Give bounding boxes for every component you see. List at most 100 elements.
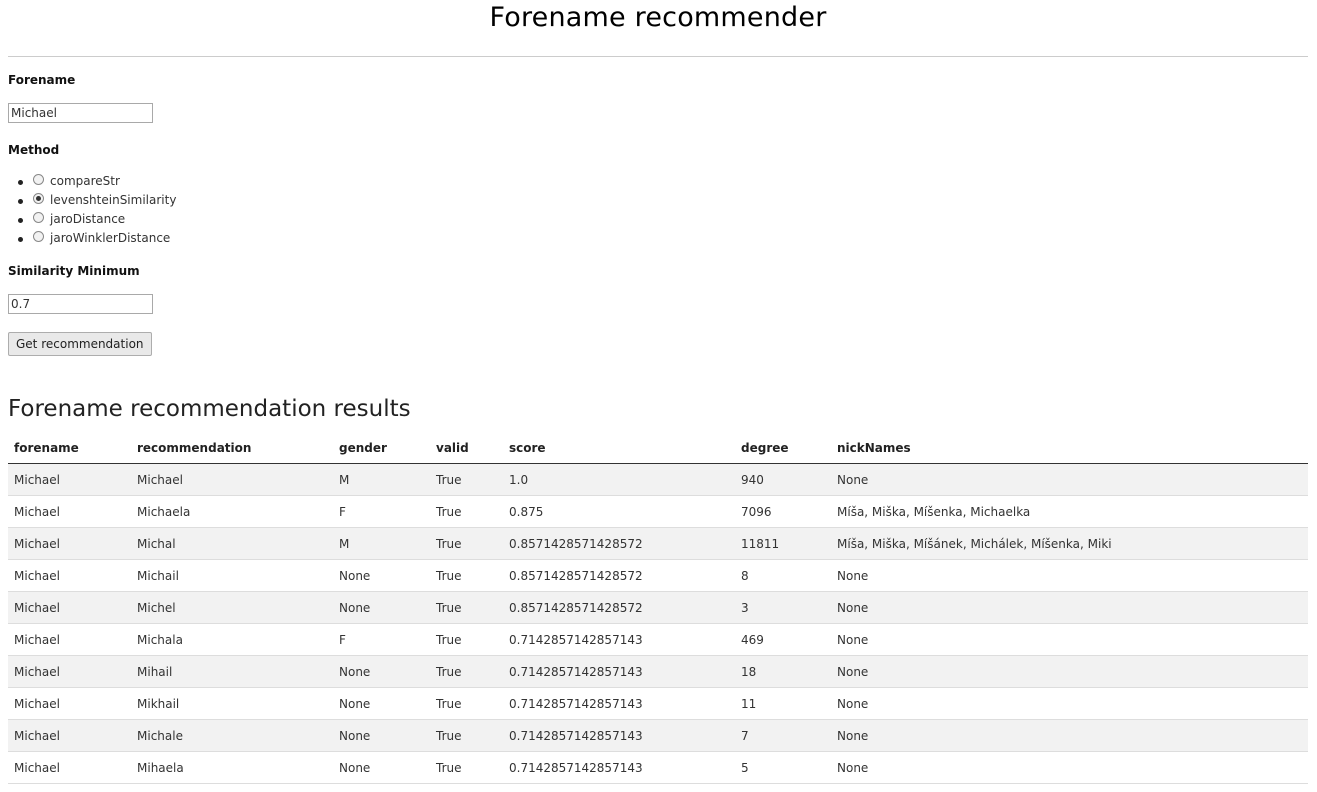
- cell-valid: True: [430, 559, 503, 592]
- column-header-valid: valid: [430, 432, 503, 464]
- method-option-jaroWinklerDistance[interactable]: jaroWinklerDistance: [8, 229, 170, 248]
- bullet-icon: [18, 180, 23, 185]
- column-header-forename: forename: [8, 432, 131, 464]
- divider: [8, 56, 1308, 57]
- method-option-jaroDistance[interactable]: jaroDistance: [8, 210, 125, 229]
- bullet-icon: [18, 237, 23, 242]
- cell-score: 1.0: [503, 463, 735, 496]
- radio-button[interactable]: [33, 231, 44, 242]
- results-table: forename recommendation gender valid score de…: [8, 432, 1308, 784]
- cell-recommendation: Michel: [131, 591, 333, 624]
- cell-degree: 8: [735, 559, 831, 592]
- table-row: Michael Michala F True 0.7142857142857143 469…: [8, 623, 1308, 656]
- cell-degree: 940: [735, 463, 831, 496]
- table-row: Michael Mikhail None True 0.7142857142857143…: [8, 687, 1308, 720]
- cell-valid: True: [430, 527, 503, 560]
- cell-forename: Michael: [8, 559, 131, 592]
- table-row: Michael Mihail None True 0.7142857142857143 1…: [8, 655, 1308, 688]
- cell-score: 0.7142857142857143: [503, 719, 735, 752]
- cell-recommendation: Michaela: [131, 495, 333, 528]
- cell-gender: None: [333, 655, 430, 688]
- get-recommendation-button[interactable]: Get recommendation: [8, 332, 152, 356]
- method-label: Method: [8, 143, 60, 157]
- cell-valid: True: [430, 463, 503, 496]
- table-header-row: forename recommendation gender valid score de…: [8, 432, 1308, 464]
- bullet-icon: [18, 199, 23, 204]
- cell-forename: Michael: [8, 687, 131, 720]
- cell-valid: True: [430, 751, 503, 784]
- table-row: Michael Michael M True 1.0 940 None: [8, 463, 1308, 496]
- method-option-label: levenshteinSimilarity: [50, 193, 177, 207]
- table-row: Michael Michail None True 0.8571428571428572…: [8, 559, 1308, 592]
- table-body: Michael Michael M True 1.0 940 None Michael Mich…: [8, 463, 1308, 784]
- cell-gender: None: [333, 687, 430, 720]
- radio-button[interactable]: [33, 212, 44, 223]
- forename-input[interactable]: [8, 103, 153, 123]
- similarity-minimum-input[interactable]: [8, 294, 153, 314]
- cell-score: 0.7142857142857143: [503, 687, 735, 720]
- table-row: Michael Mihaela None True 0.7142857142857143…: [8, 751, 1308, 784]
- cell-valid: True: [430, 719, 503, 752]
- cell-valid: True: [430, 591, 503, 624]
- cell-nickNames: None: [831, 751, 1308, 784]
- cell-degree: 469: [735, 623, 831, 656]
- cell-recommendation: Michael: [131, 463, 333, 496]
- cell-gender: None: [333, 751, 430, 784]
- cell-degree: 3: [735, 591, 831, 624]
- cell-degree: 18: [735, 655, 831, 688]
- cell-gender: None: [333, 719, 430, 752]
- table-row: Michael Michel None True 0.8571428571428572 3…: [8, 591, 1308, 624]
- cell-forename: Michael: [8, 655, 131, 688]
- method-option-label: jaroWinklerDistance: [50, 231, 171, 245]
- cell-nickNames: None: [831, 687, 1308, 720]
- cell-valid: True: [430, 655, 503, 688]
- cell-nickNames: Míša, Miška, Míšánek, Michálek, Míšenka,…: [831, 527, 1308, 560]
- method-option-compareStr[interactable]: compareStr: [8, 172, 120, 191]
- cell-gender: F: [333, 495, 430, 528]
- radio-button[interactable]: [33, 193, 44, 204]
- column-header-gender: gender: [333, 432, 430, 464]
- cell-valid: True: [430, 623, 503, 656]
- cell-nickNames: None: [831, 623, 1308, 656]
- cell-score: 0.8571428571428572: [503, 527, 735, 560]
- table-row: Michael Michaela F True 0.875 7096 Míša, Miška…: [8, 495, 1308, 528]
- cell-degree: 5: [735, 751, 831, 784]
- radio-button[interactable]: [33, 174, 44, 185]
- cell-forename: Michael: [8, 623, 131, 656]
- bullet-icon: [18, 218, 23, 223]
- results-heading: Forename recommendation results: [8, 396, 411, 422]
- cell-nickNames: None: [831, 719, 1308, 752]
- method-option-levenshteinSimilarity[interactable]: levenshteinSimilarity: [8, 191, 176, 210]
- cell-nickNames: None: [831, 463, 1308, 496]
- cell-nickNames: Míša, Miška, Míšenka, Michaelka: [831, 495, 1308, 528]
- cell-nickNames: None: [831, 559, 1308, 592]
- cell-recommendation: Michale: [131, 719, 333, 752]
- cell-recommendation: Michala: [131, 623, 333, 656]
- method-radio-group: compareStr levenshteinSimilarity jaroDista…: [8, 172, 176, 248]
- cell-gender: None: [333, 559, 430, 592]
- cell-forename: Michael: [8, 527, 131, 560]
- cell-degree: 11811: [735, 527, 831, 560]
- column-header-degree: degree: [735, 432, 831, 464]
- cell-score: 0.7142857142857143: [503, 655, 735, 688]
- cell-gender: None: [333, 591, 430, 624]
- cell-recommendation: Michal: [131, 527, 333, 560]
- cell-gender: F: [333, 623, 430, 656]
- cell-recommendation: Michail: [131, 559, 333, 592]
- cell-gender: M: [333, 527, 430, 560]
- page-title: Forename recommender: [489, 2, 827, 33]
- cell-degree: 7: [735, 719, 831, 752]
- cell-forename: Michael: [8, 463, 131, 496]
- cell-forename: Michael: [8, 495, 131, 528]
- cell-valid: True: [430, 687, 503, 720]
- cell-forename: Michael: [8, 751, 131, 784]
- cell-recommendation: Mihaela: [131, 751, 333, 784]
- column-header-recommendation: recommendation: [131, 432, 333, 464]
- cell-degree: 11: [735, 687, 831, 720]
- cell-score: 0.8571428571428572: [503, 591, 735, 624]
- cell-degree: 7096: [735, 495, 831, 528]
- method-option-label: jaroDistance: [50, 212, 126, 226]
- column-header-nickNames: nickNames: [831, 432, 1308, 464]
- table-row: Michael Michal M True 0.8571428571428572 1181…: [8, 527, 1308, 560]
- cell-score: 0.875: [503, 495, 735, 528]
